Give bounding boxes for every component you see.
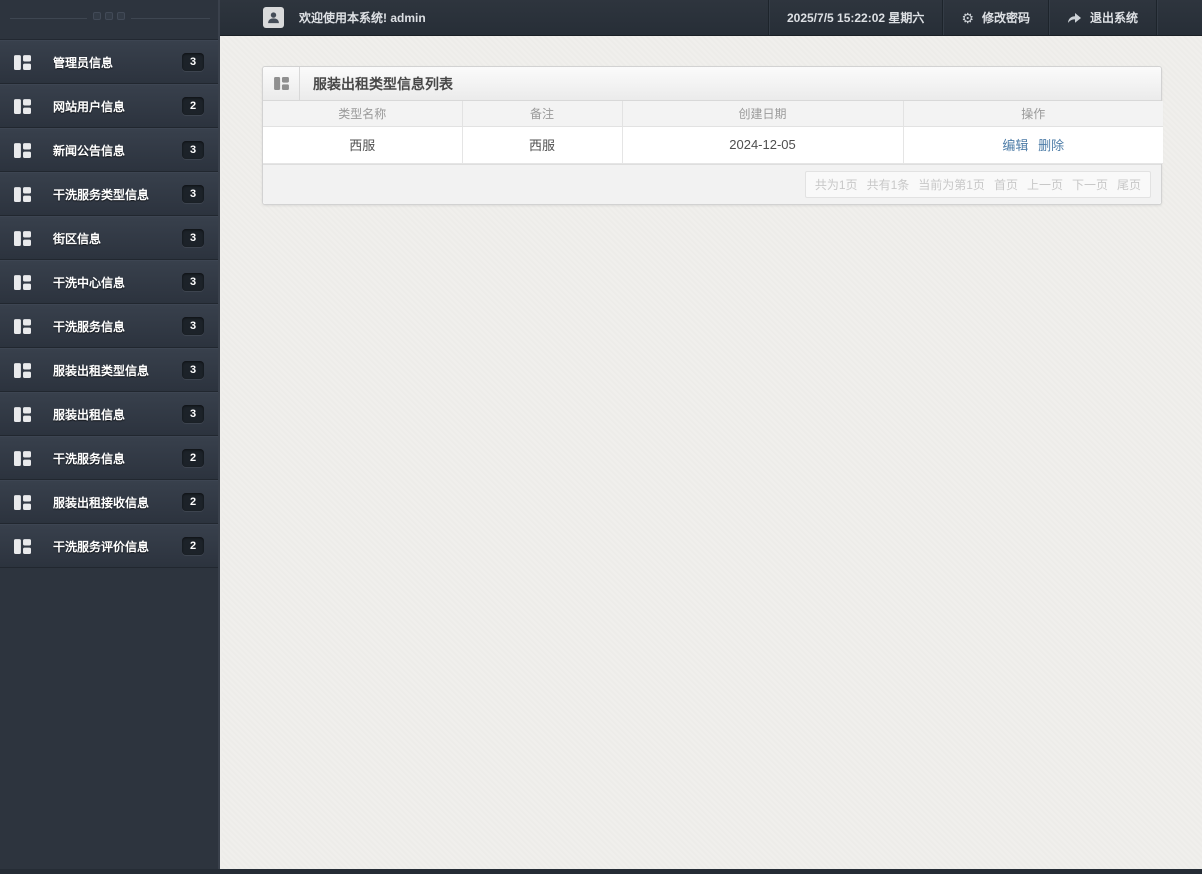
column-header-created-date: 创建日期 [621, 101, 904, 127]
welcome-area: 欢迎使用本系统! admin [220, 0, 768, 35]
count-badge: 3 [182, 405, 204, 423]
count-badge: 3 [182, 53, 204, 71]
sidebar-item-label: 干洗服务评价信息 [53, 539, 150, 554]
count-badge: 3 [182, 317, 204, 335]
cell-created-date: 2024-12-05 [621, 125, 904, 164]
table-header-row: 类型名称 备注 创建日期 操作 [263, 101, 1163, 127]
main-content: 服装出租类型信息列表 类型名称 备注 创建日期 操作 西服 西服 2024-12… [222, 36, 1202, 869]
sidebar-item-label: 服装出租类型信息 [53, 363, 150, 378]
grid-icon [14, 362, 31, 378]
grid-icon [14, 494, 31, 510]
grid-icon [14, 274, 31, 290]
sidebar-item-clothing-rental-receive-info[interactable]: 服装出租接收信息 2 [0, 480, 218, 524]
user-avatar-icon [263, 7, 284, 28]
grid-icon [263, 67, 300, 100]
grid-icon [14, 98, 31, 114]
grid-icon [14, 142, 31, 158]
sidebar-item-dryclean-service-info[interactable]: 干洗服务信息 3 [0, 304, 218, 348]
sidebar-item-label: 网站用户信息 [53, 99, 126, 114]
list-panel: 服装出租类型信息列表 类型名称 备注 创建日期 操作 西服 西服 2024-12… [262, 66, 1163, 205]
grid-icon [14, 186, 31, 202]
sidebar-item-news-notice-info[interactable]: 新闻公告信息 3 [0, 128, 218, 172]
datetime-text: 2025/7/5 15:22:02 星期六 [786, 11, 925, 25]
change-password-label: 修改密码 [981, 11, 1030, 25]
sidebar-toggle-dots-icon [87, 12, 131, 20]
welcome-text: 欢迎使用本系统! admin [299, 11, 426, 25]
grid-icon [14, 450, 31, 466]
pagination-total-records: 共有1条 [866, 177, 910, 192]
pagination-total-pages: 共为1页 [814, 177, 858, 192]
sidebar-item-admin-info[interactable]: 管理员信息 3 [0, 40, 218, 84]
cell-remark: 西服 [461, 125, 623, 164]
table-row: 西服 西服 2024-12-05 编辑 删除 [263, 125, 1163, 164]
sidebar-item-label: 干洗中心信息 [53, 275, 126, 290]
header-spacer [1156, 0, 1202, 35]
sidebar-item-label: 街区信息 [53, 231, 102, 246]
edit-link[interactable]: 编辑 [1002, 138, 1028, 153]
panel-title: 服装出租类型信息列表 [313, 75, 453, 92]
sidebar-item-dryclean-center-info[interactable]: 干洗中心信息 3 [0, 260, 218, 304]
count-badge: 2 [182, 97, 204, 115]
top-header: 欢迎使用本系统! admin 2025/7/5 15:22:02 星期六 ⚙ 修… [220, 0, 1202, 36]
count-badge: 3 [182, 141, 204, 159]
data-table: 类型名称 备注 创建日期 操作 西服 西服 2024-12-05 编辑 删除 [263, 101, 1163, 164]
pagination: 共为1页 共有1条 当前为第1页 首页 上一页 下一页 尾页 [804, 170, 1151, 198]
count-badge: 3 [182, 229, 204, 247]
forward-arrow-icon [1067, 12, 1082, 24]
sidebar-item-dryclean-service-type-info[interactable]: 干洗服务类型信息 3 [0, 172, 218, 216]
sidebar: 管理员信息 3 网站用户信息 2 新闻公告信息 3 干洗服务类型信息 3 街区信… [0, 0, 220, 874]
delete-link[interactable]: 删除 [1038, 138, 1064, 153]
cell-type-name: 西服 [263, 125, 463, 164]
cell-actions: 编辑 删除 [902, 125, 1163, 164]
change-password-button[interactable]: ⚙ 修改密码 [942, 0, 1048, 35]
count-badge: 2 [182, 449, 204, 467]
gear-icon: ⚙ [961, 9, 974, 26]
grid-icon [14, 538, 31, 554]
sidebar-item-dryclean-service-review-info[interactable]: 干洗服务评价信息 2 [0, 524, 218, 568]
grid-icon [14, 230, 31, 246]
bottom-strip [0, 869, 1202, 874]
sidebar-item-label: 服装出租接收信息 [53, 495, 150, 510]
pagination-last-page[interactable]: 尾页 [1117, 176, 1141, 193]
sidebar-item-site-user-info[interactable]: 网站用户信息 2 [0, 84, 218, 128]
pagination-next-page[interactable]: 下一页 [1072, 176, 1108, 193]
column-header-remark: 备注 [461, 101, 623, 127]
sidebar-item-label: 干洗服务信息 [53, 319, 126, 334]
count-badge: 3 [182, 185, 204, 203]
grid-icon [14, 406, 31, 422]
sidebar-item-clothing-rental-info[interactable]: 服装出租信息 3 [0, 392, 218, 436]
pagination-current-page: 当前为第1页 [918, 177, 985, 192]
count-badge: 3 [182, 361, 204, 379]
sidebar-item-label: 管理员信息 [53, 55, 114, 70]
sidebar-item-dryclean-service-order-info[interactable]: 干洗服务信息 2 [0, 436, 218, 480]
column-header-actions: 操作 [902, 101, 1163, 127]
pagination-first-page[interactable]: 首页 [994, 176, 1018, 193]
pagination-prev-page[interactable]: 上一页 [1027, 176, 1063, 193]
panel-footer: 共为1页 共有1条 当前为第1页 首页 上一页 下一页 尾页 [263, 163, 1161, 204]
app-window: 管理员信息 3 网站用户信息 2 新闻公告信息 3 干洗服务类型信息 3 街区信… [0, 0, 1202, 874]
grid-icon [14, 54, 31, 70]
sidebar-item-label: 新闻公告信息 [53, 143, 126, 158]
datetime-display: 2025/7/5 15:22:02 星期六 [767, 0, 942, 35]
count-badge: 2 [182, 493, 204, 511]
sidebar-item-label: 干洗服务类型信息 [53, 187, 150, 202]
logout-label: 退出系统 [1089, 11, 1138, 25]
sidebar-item-clothing-rental-type-info[interactable]: 服装出租类型信息 3 [0, 348, 218, 392]
sidebar-collapse-header[interactable] [0, 0, 218, 40]
panel-header: 服装出租类型信息列表 [263, 67, 1161, 101]
count-badge: 2 [182, 537, 204, 555]
grid-icon [14, 318, 31, 334]
logout-button[interactable]: 退出系统 [1047, 0, 1156, 35]
sidebar-item-label: 服装出租信息 [53, 407, 126, 422]
sidebar-item-block-info[interactable]: 街区信息 3 [0, 216, 218, 260]
sidebar-item-label: 干洗服务信息 [53, 451, 126, 466]
column-header-type-name: 类型名称 [263, 101, 463, 127]
count-badge: 3 [182, 273, 204, 291]
